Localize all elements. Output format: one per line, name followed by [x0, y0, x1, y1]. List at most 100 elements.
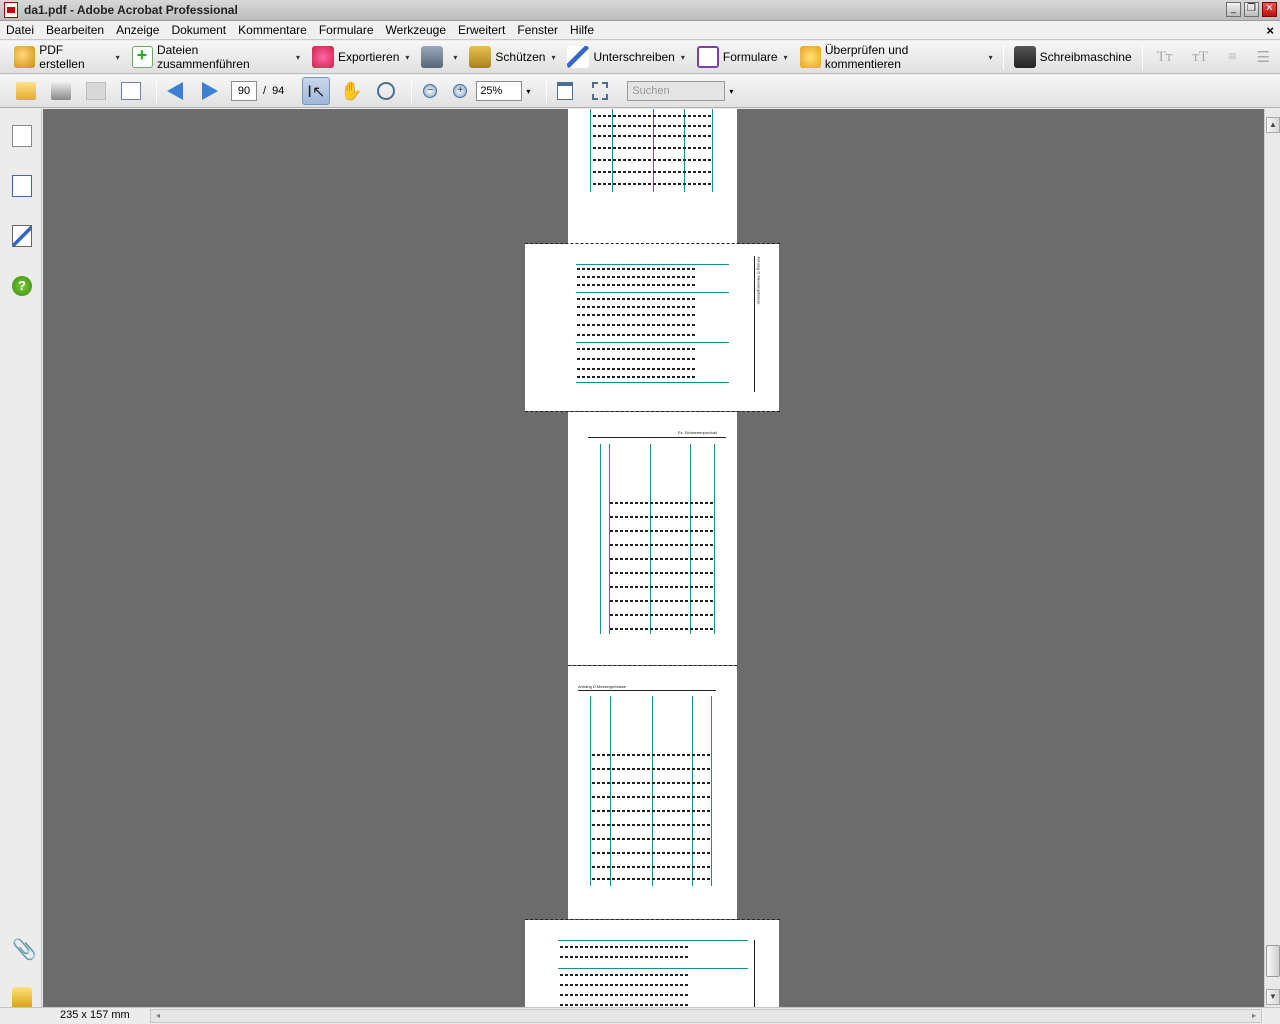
signatures-panel-icon[interactable]: [12, 225, 32, 247]
pdf-page: Anhang D Messergebnisse: [568, 666, 737, 919]
select-cursor-icon: I↖: [307, 81, 326, 101]
printer-icon: [51, 82, 71, 100]
chevron-down-icon[interactable]: ▾: [296, 53, 300, 62]
zoom-out-button[interactable]: −: [416, 77, 444, 105]
bookmarks-panel-icon[interactable]: [12, 175, 32, 197]
fit-page-button[interactable]: [586, 77, 614, 105]
text-size-decrease-icon[interactable]: тT: [1182, 49, 1218, 66]
window-title: da1.pdf - Adobe Acrobat Professional: [24, 3, 238, 17]
export-button[interactable]: Exportieren ▾: [306, 43, 415, 71]
forms-label: Formulare: [722, 50, 778, 64]
menu-bearbeiten[interactable]: Bearbeiten: [40, 23, 110, 37]
fit-width-icon: [557, 82, 574, 100]
previous-page-button[interactable]: [161, 77, 189, 105]
zoom-dropdown-icon[interactable]: ▾: [526, 87, 530, 96]
forms-button[interactable]: Formulare ▾: [691, 43, 794, 71]
combine-files-label: Dateien zusammenführen: [156, 43, 250, 71]
toolbar-separator: [1141, 45, 1143, 69]
document-view[interactable]: Anhang D Messergebnisse Ez. Schwemmprodu…: [43, 109, 1264, 1007]
pdf-page: Ez. Schwemmprodukt: [568, 412, 737, 665]
sign-button[interactable]: Unterschreiben ▾: [561, 43, 690, 71]
save-icon: [86, 82, 106, 100]
review-comment-label: Überprüfen und kommentieren: [824, 43, 909, 71]
folder-icon: [16, 82, 36, 100]
chevron-down-icon[interactable]: ▾: [989, 53, 993, 62]
combine-files-button[interactable]: Dateien zusammenführen ▾: [126, 43, 306, 71]
typewriter-button[interactable]: Schreibmaschine: [1008, 43, 1138, 71]
menu-werkzeuge[interactable]: Werkzeuge: [380, 23, 452, 37]
scroll-up-button[interactable]: ▲: [1266, 117, 1280, 133]
zoom-level-input[interactable]: 25%: [476, 81, 523, 101]
scroll-left-button[interactable]: ◂: [151, 1010, 165, 1022]
menu-datei[interactable]: Datei: [0, 23, 40, 37]
menu-formulare[interactable]: Formulare: [313, 23, 380, 37]
pdf-page: Anhang D Messergebnisse: [525, 244, 779, 411]
zoom-in-icon: +: [453, 84, 468, 98]
fit-width-button[interactable]: [551, 77, 579, 105]
chevron-down-icon[interactable]: ▾: [453, 53, 457, 62]
pdf-page: [525, 920, 779, 1007]
page-header: Anhang D Messergebnisse: [578, 684, 627, 689]
secure-button[interactable]: Schützen ▾: [463, 43, 561, 71]
scroll-thumb[interactable]: [1266, 945, 1280, 977]
hand-icon: ✋: [340, 80, 363, 101]
chevron-down-icon[interactable]: ▾: [116, 53, 120, 62]
menu-fenster[interactable]: Fenster: [511, 23, 564, 37]
typewriter-label: Schreibmaschine: [1039, 50, 1132, 64]
page-number-input[interactable]: 90: [231, 81, 257, 101]
chevron-down-icon[interactable]: ▾: [405, 53, 409, 62]
open-button[interactable]: [12, 77, 40, 105]
pdf-page: [568, 109, 737, 244]
arrow-right-icon: [202, 82, 218, 100]
search-dropdown-icon[interactable]: ▾: [729, 87, 733, 96]
line-spacing-decrease-icon[interactable]: ≡: [1218, 49, 1246, 66]
horizontal-scrollbar[interactable]: ◂ ▸: [150, 1009, 1262, 1023]
select-tool-button[interactable]: I↖: [302, 77, 331, 105]
menu-kommentare[interactable]: Kommentare: [232, 23, 313, 37]
acrobat-app-icon[interactable]: [4, 2, 18, 18]
chevron-down-icon[interactable]: ▾: [784, 53, 788, 62]
arrow-left-icon: [167, 82, 183, 100]
menu-dokument[interactable]: Dokument: [165, 23, 232, 37]
create-pdf-label: PDF erstellen: [39, 43, 85, 71]
print-button[interactable]: [47, 77, 75, 105]
line-spacing-increase-icon[interactable]: ☰: [1247, 48, 1280, 67]
zoom-out-icon: −: [423, 84, 438, 98]
attachments-icon[interactable]: 📎: [12, 937, 37, 961]
document-close-button[interactable]: ×: [1266, 23, 1274, 38]
toolbar-separator: [1002, 45, 1004, 69]
create-pdf-button[interactable]: PDF erstellen ▾: [8, 43, 126, 71]
menu-erweitert[interactable]: Erweitert: [452, 23, 511, 37]
scroll-down-button[interactable]: ▼: [1266, 989, 1280, 1005]
minimize-button[interactable]: _: [1226, 2, 1241, 17]
menu-anzeige[interactable]: Anzeige: [110, 23, 165, 37]
magnifier-icon: [377, 82, 396, 100]
vertical-scrollbar[interactable]: ▲ ▼: [1264, 109, 1280, 1007]
comments-panel-icon[interactable]: [12, 987, 32, 1009]
chevron-down-icon[interactable]: ▾: [551, 53, 555, 62]
menu-hilfe[interactable]: Hilfe: [564, 23, 600, 37]
status-bar: 235 x 157 mm ◂ ▸: [0, 1007, 1280, 1024]
help-icon[interactable]: ?: [12, 276, 32, 296]
text-size-increase-icon[interactable]: Tт: [1147, 49, 1183, 66]
navigation-panel: ? 📎: [0, 109, 42, 1009]
create-pdf-icon: [14, 46, 36, 68]
page-size-label: 235 x 157 mm: [60, 1009, 130, 1021]
email-button[interactable]: [117, 77, 145, 105]
zoom-tool-button[interactable]: [372, 77, 400, 105]
rotated-page-title: Anhang D Messergebnisse: [756, 256, 762, 305]
share-button[interactable]: ▾: [415, 43, 463, 71]
next-page-button[interactable]: [196, 77, 224, 105]
email-icon: [121, 82, 141, 100]
pages-panel-icon[interactable]: [12, 125, 32, 147]
hand-tool-button[interactable]: ✋: [337, 77, 365, 105]
close-button[interactable]: ✕: [1262, 2, 1277, 17]
main-toolbar: 90 / 94 I↖ ✋ − + 25% ▾ Suchen ▾: [0, 75, 1280, 108]
chevron-down-icon[interactable]: ▾: [681, 53, 685, 62]
save-button[interactable]: [82, 77, 110, 105]
zoom-in-button[interactable]: +: [446, 77, 474, 105]
restore-button[interactable]: ❐: [1244, 2, 1259, 17]
search-input[interactable]: Suchen: [627, 81, 726, 101]
review-comment-button[interactable]: Überprüfen und kommentieren ▾: [794, 43, 999, 71]
scroll-right-button[interactable]: ▸: [1247, 1010, 1261, 1022]
